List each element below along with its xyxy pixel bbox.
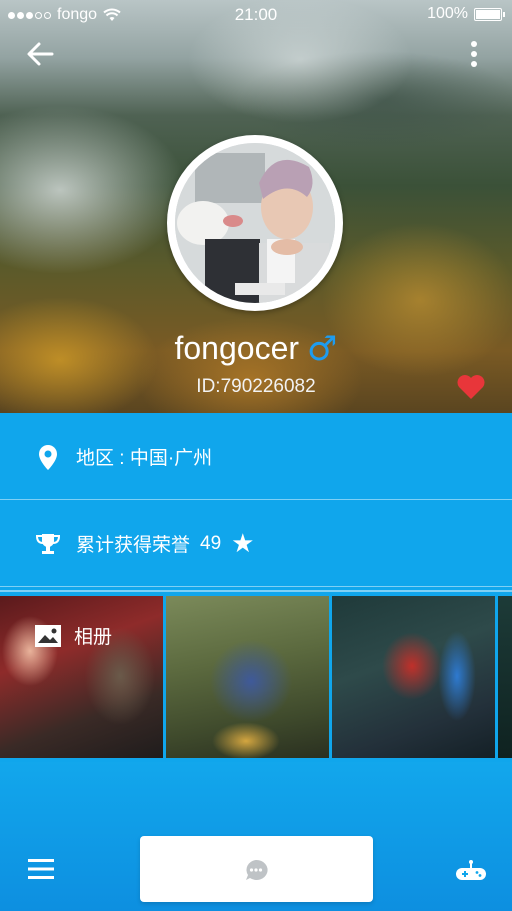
photo-album: 相册 — [0, 590, 512, 764]
honor-text: 累计获得荣誉 49 ★ — [76, 529, 254, 559]
album-photo[interactable] — [0, 596, 163, 758]
bottom-bar — [0, 762, 512, 911]
battery-percent: 100% — [427, 5, 468, 22]
location-pin-icon — [39, 444, 57, 470]
menu-icon[interactable] — [28, 858, 54, 880]
album-photo[interactable] — [498, 596, 512, 758]
back-arrow-icon[interactable] — [24, 38, 58, 70]
album-photo[interactable] — [332, 596, 495, 758]
honor-row[interactable]: 累计获得荣誉 49 ★ — [0, 501, 512, 587]
username: fongocer — [174, 330, 300, 366]
more-options-icon[interactable] — [466, 38, 482, 70]
profile-header: fongo 21:00 100% fongocer ♂ ID:790226082 — [0, 0, 512, 413]
battery-status: 100% — [427, 5, 505, 23]
trophy-icon — [35, 533, 61, 554]
album-label[interactable]: 相册 — [34, 622, 112, 649]
username-line: fongocer ♂ — [0, 330, 512, 367]
avatar-photo — [175, 143, 335, 303]
chat-button[interactable] — [140, 836, 373, 902]
gamepad-icon[interactable] — [456, 858, 486, 882]
location-row[interactable]: 地区 : 中国·广州 — [0, 414, 512, 500]
status-bar: fongo 21:00 100% — [0, 0, 512, 30]
honor-count: 49 — [200, 532, 222, 554]
image-icon — [35, 624, 61, 647]
battery-icon — [474, 7, 505, 21]
chat-bubble-icon — [246, 859, 268, 880]
album-photo[interactable] — [166, 596, 329, 758]
heart-icon[interactable] — [456, 374, 486, 400]
avatar-frame[interactable] — [167, 135, 343, 311]
avatar[interactable] — [175, 143, 335, 303]
user-id: ID:790226082 — [196, 376, 316, 397]
location-text: 地区 : 中国·广州 — [76, 448, 213, 469]
male-gender-icon: ♂ — [307, 328, 338, 369]
honor-label: 累计获得荣誉 — [76, 535, 191, 556]
album-title: 相册 — [74, 627, 113, 648]
star-icon: ★ — [231, 528, 255, 559]
